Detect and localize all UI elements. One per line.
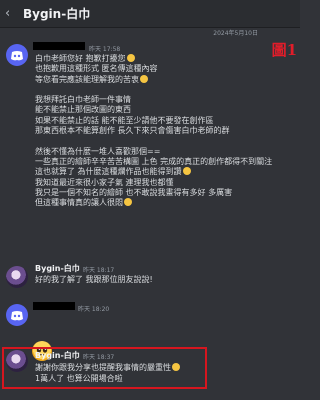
message-body: 好的我了解了 我跟那位朋友說說! <box>35 275 153 284</box>
message-line: 那東西根本不能算創作 長久下來只會傷害白巾老師的群 <box>35 126 230 136</box>
message-time: 昨天 17:58 <box>89 46 121 53</box>
highlight-box <box>2 347 207 389</box>
redacted-username <box>33 42 85 50</box>
message-line: 能不能禁止那個改圖的東西 <box>35 105 131 115</box>
emoji-icon <box>182 167 191 176</box>
message-line <box>35 136 272 146</box>
message-line: 這也就算了 為什麼這種爛作品也能得到讚 <box>35 167 272 177</box>
message-line: 也抱歉用這種形式 匿名傳這種內容 <box>35 64 158 74</box>
message-line: 我想拜託白巾老師一件事情 <box>35 95 131 105</box>
message-line: 但這種事情真的讓人很悶 <box>35 198 272 208</box>
message-time: 昨天 18:17 <box>83 267 115 274</box>
message-line: 我只是一個不知名的繪師 也不敢說我畫得有多好 多厲害 <box>35 187 233 197</box>
discord-icon <box>11 310 23 320</box>
author-name[interactable]: Bygin-白巾 <box>35 263 80 274</box>
message-line: 一些真正的繪師辛辛苦苦構圖 上色 完成的真正的創作都得不到關注 <box>35 156 273 166</box>
channel-title: Bygin-白巾 <box>23 7 91 21</box>
emoji-icon <box>126 54 135 62</box>
user-avatar[interactable] <box>6 266 28 288</box>
figure-label: 圖1 <box>271 41 297 59</box>
emoji-icon <box>124 198 132 207</box>
message-time: 昨天 18:20 <box>78 306 110 313</box>
message-body: 白巾老師您好 抱歉打擾您 也抱歉用這種形式 匿名傳這種內容 等您看完應該能理解我… <box>35 54 272 208</box>
discord-icon <box>11 50 23 60</box>
message-line: 然後不懂為什麼一堆人喜歡那個== <box>35 146 161 156</box>
message-line: 如果不能禁止的話 能不能至少請他不要發在創作區 <box>35 115 214 125</box>
message-line: 白巾老師您好 抱歉打擾您 <box>35 54 272 64</box>
message-list[interactable]: 圖1 2024年5月10日 昨天 17:58 白巾老師您好 抱歉打擾您 也抱歉用… <box>0 28 300 400</box>
redacted-username <box>33 302 75 310</box>
discord-avatar-icon[interactable] <box>6 44 28 66</box>
chat-header: ‹ Bygin-白巾 <box>0 0 300 28</box>
date-divider: 2024年5月10日 <box>213 30 258 37</box>
message-line: 我知道最近來很小家子氣 連理我也都懂 <box>35 177 174 187</box>
message-line <box>35 85 272 95</box>
message-line: 等您看完應該能理解我的苦衷 <box>35 74 272 85</box>
chevron-left-icon[interactable]: ‹ <box>5 6 19 21</box>
discord-avatar-icon[interactable] <box>6 304 28 326</box>
emoji-icon <box>140 74 148 83</box>
